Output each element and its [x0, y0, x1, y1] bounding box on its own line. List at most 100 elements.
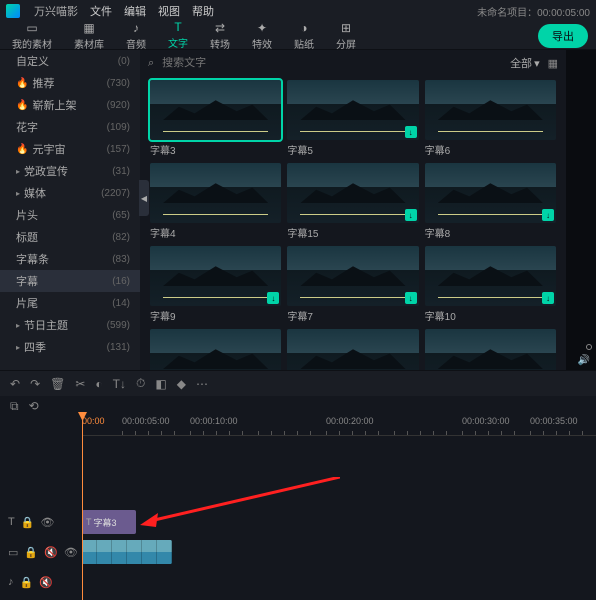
- menu-edit[interactable]: 编辑: [124, 3, 146, 19]
- sidebar-item-count: (65): [112, 210, 130, 221]
- asset-browser: ◀ ⌕ 全部 ▾ ▦ 字幕3↓字幕5 字幕6 字幕4 ↓字幕15↓字幕8 ↓ 字幕9 ↓字幕…: [140, 50, 566, 370]
- sidebar-item-label: 媒体: [24, 185, 46, 201]
- project-title: 未命名项目：00:00:05:00: [477, 4, 590, 19]
- search-icon: ⌕: [148, 57, 154, 70]
- tab-分屏[interactable]: ⊞分屏: [332, 19, 360, 53]
- asset-thumb[interactable]: [425, 329, 556, 370]
- asset-thumb[interactable]: ↓字幕7: [287, 246, 418, 323]
- tab-文字[interactable]: T文字: [164, 18, 192, 54]
- preview-panel: 🔊: [566, 50, 596, 370]
- ruler-tick: 00:00:10:00: [190, 416, 238, 426]
- text-tool-icon[interactable]: T↓: [113, 377, 126, 391]
- thumb-preview: ↓: [150, 246, 281, 306]
- sidebar-item-count: (14): [112, 298, 130, 309]
- sidebar-item-label: 元宇宙: [32, 141, 65, 157]
- thumb-label: 字幕7: [287, 308, 418, 323]
- thumb-label: 字幕9: [150, 308, 281, 323]
- tab-我的素材[interactable]: ▭我的素材: [8, 19, 56, 53]
- sidebar-item-花字[interactable]: 花字 (109): [0, 116, 140, 138]
- playhead[interactable]: [82, 416, 83, 600]
- sidebar-item-党政宣传[interactable]: ▸党政宣传(31): [0, 160, 140, 182]
- mute-icon[interactable]: 🔇: [44, 546, 58, 559]
- tab-贴纸[interactable]: ◑贴纸: [290, 19, 318, 53]
- tab-音频[interactable]: ♪音频: [122, 19, 150, 53]
- search-input[interactable]: [162, 57, 502, 69]
- sidebar-item-label: 字幕条: [16, 251, 49, 267]
- sidebar-item-标题[interactable]: 标题(82): [0, 226, 140, 248]
- copy-icon[interactable]: ⧉: [10, 399, 19, 414]
- tab-icon: ⊞: [339, 21, 353, 35]
- sidebar-item-label: 花字: [16, 119, 38, 135]
- asset-thumb[interactable]: [287, 329, 418, 370]
- lock-icon[interactable]: 🔒: [21, 516, 35, 529]
- menu-file[interactable]: 文件: [90, 3, 112, 19]
- sidebar-item-节日主题[interactable]: ▸节日主题(599): [0, 314, 140, 336]
- sidebar-item-片尾[interactable]: 片尾(14): [0, 292, 140, 314]
- thumb-label: 字幕4: [150, 225, 281, 240]
- sidebar-item-字幕[interactable]: 字幕(16): [0, 270, 140, 292]
- sidebar-item-label: 崭新上架: [32, 97, 76, 113]
- sidebar-item-label: 四季: [24, 339, 46, 355]
- sidebar-item-字幕条[interactable]: 字幕条 (83): [0, 248, 140, 270]
- speed-icon[interactable]: ⏱: [136, 376, 145, 391]
- asset-thumb[interactable]: 字幕6: [425, 80, 556, 157]
- tab-素材库[interactable]: ▦素材库: [70, 19, 108, 53]
- visibility-icon[interactable]: 👁: [40, 516, 54, 529]
- cut-icon[interactable]: ✂: [75, 377, 85, 391]
- color-icon[interactable]: ◧: [155, 377, 166, 391]
- text-clip-label: 字幕3: [94, 516, 117, 529]
- timeline-ruler[interactable]: 00:0000:00:05:0000:00:10:0000:00:20:0000…: [82, 416, 596, 436]
- sidebar-item-count: (83): [112, 254, 130, 265]
- asset-thumb[interactable]: ↓ 字幕9: [150, 246, 281, 323]
- sidebar-item-label: 推荐: [32, 75, 54, 91]
- mute-icon[interactable]: 🔇: [39, 576, 53, 589]
- filter-dropdown[interactable]: 全部 ▾: [510, 55, 540, 71]
- thumb-label: 字幕8: [425, 225, 556, 240]
- asset-thumb[interactable]: ↓字幕10: [425, 246, 556, 323]
- redo-icon[interactable]: ↷: [30, 377, 40, 391]
- collapse-sidebar-handle[interactable]: ◀: [139, 180, 149, 216]
- sidebar-item-元宇宙[interactable]: 🔥元宇宙(157): [0, 138, 140, 160]
- record-indicator: [586, 344, 592, 350]
- text-clip-icon: T: [86, 517, 92, 527]
- grid-view-icon[interactable]: ▦: [548, 57, 558, 70]
- tab-label: 转场: [210, 36, 230, 51]
- text-clip[interactable]: T 字幕3: [82, 510, 136, 534]
- more-icon[interactable]: ⋯: [196, 377, 208, 391]
- crop-icon[interactable]: ◐: [95, 377, 102, 391]
- sidebar-item-count: (920): [107, 100, 130, 111]
- sidebar-item-自定义[interactable]: 自定义(0): [0, 50, 140, 72]
- sidebar-item-推荐[interactable]: 🔥推荐(730): [0, 72, 140, 94]
- tab-特效[interactable]: ✦特效: [248, 19, 276, 53]
- fire-icon: 🔥: [16, 144, 28, 155]
- sidebar-item-片头[interactable]: 片头 (65): [0, 204, 140, 226]
- undo-icon[interactable]: ↶: [10, 377, 20, 391]
- asset-thumb[interactable]: ↓字幕5: [287, 80, 418, 157]
- sidebar-item-媒体[interactable]: ▸媒体(2207): [0, 182, 140, 204]
- asset-thumb[interactable]: ↓字幕8: [425, 163, 556, 240]
- tab-转场[interactable]: ⇄转场: [206, 19, 234, 53]
- tab-icon: ◑: [297, 21, 311, 35]
- sidebar-item-四季[interactable]: ▸四季(131): [0, 336, 140, 358]
- asset-thumb[interactable]: [150, 329, 281, 370]
- sidebar-item-崭新上架[interactable]: 🔥崭新上架(920): [0, 94, 140, 116]
- export-button[interactable]: 导出: [538, 24, 588, 48]
- asset-thumb[interactable]: ↓字幕15: [287, 163, 418, 240]
- asset-thumb[interactable]: 字幕3: [150, 80, 281, 157]
- sidebar-item-label: 节日主题: [24, 317, 68, 333]
- delete-icon[interactable]: 🗑: [50, 377, 65, 391]
- video-clip[interactable]: [82, 540, 172, 564]
- lock-icon[interactable]: 🔒: [20, 576, 34, 589]
- sidebar-item-label: 片头: [16, 207, 38, 223]
- sidebar-item-count: (109): [107, 122, 130, 133]
- speaker-icon[interactable]: 🔊: [578, 355, 590, 366]
- thumb-label: 字幕6: [425, 142, 556, 157]
- sync-icon[interactable]: ⟲: [29, 399, 39, 413]
- keyframe-icon[interactable]: ◆: [177, 377, 186, 391]
- filter-label: 全部: [510, 55, 532, 71]
- category-sidebar: 自定义(0)🔥推荐(730)🔥崭新上架(920)花字(109)🔥元宇宙(157)…: [0, 50, 140, 370]
- visibility-icon[interactable]: 👁: [64, 546, 78, 559]
- lock-icon[interactable]: 🔒: [24, 546, 38, 559]
- asset-thumb[interactable]: 字幕4: [150, 163, 281, 240]
- menu-help[interactable]: 帮助: [192, 3, 214, 19]
